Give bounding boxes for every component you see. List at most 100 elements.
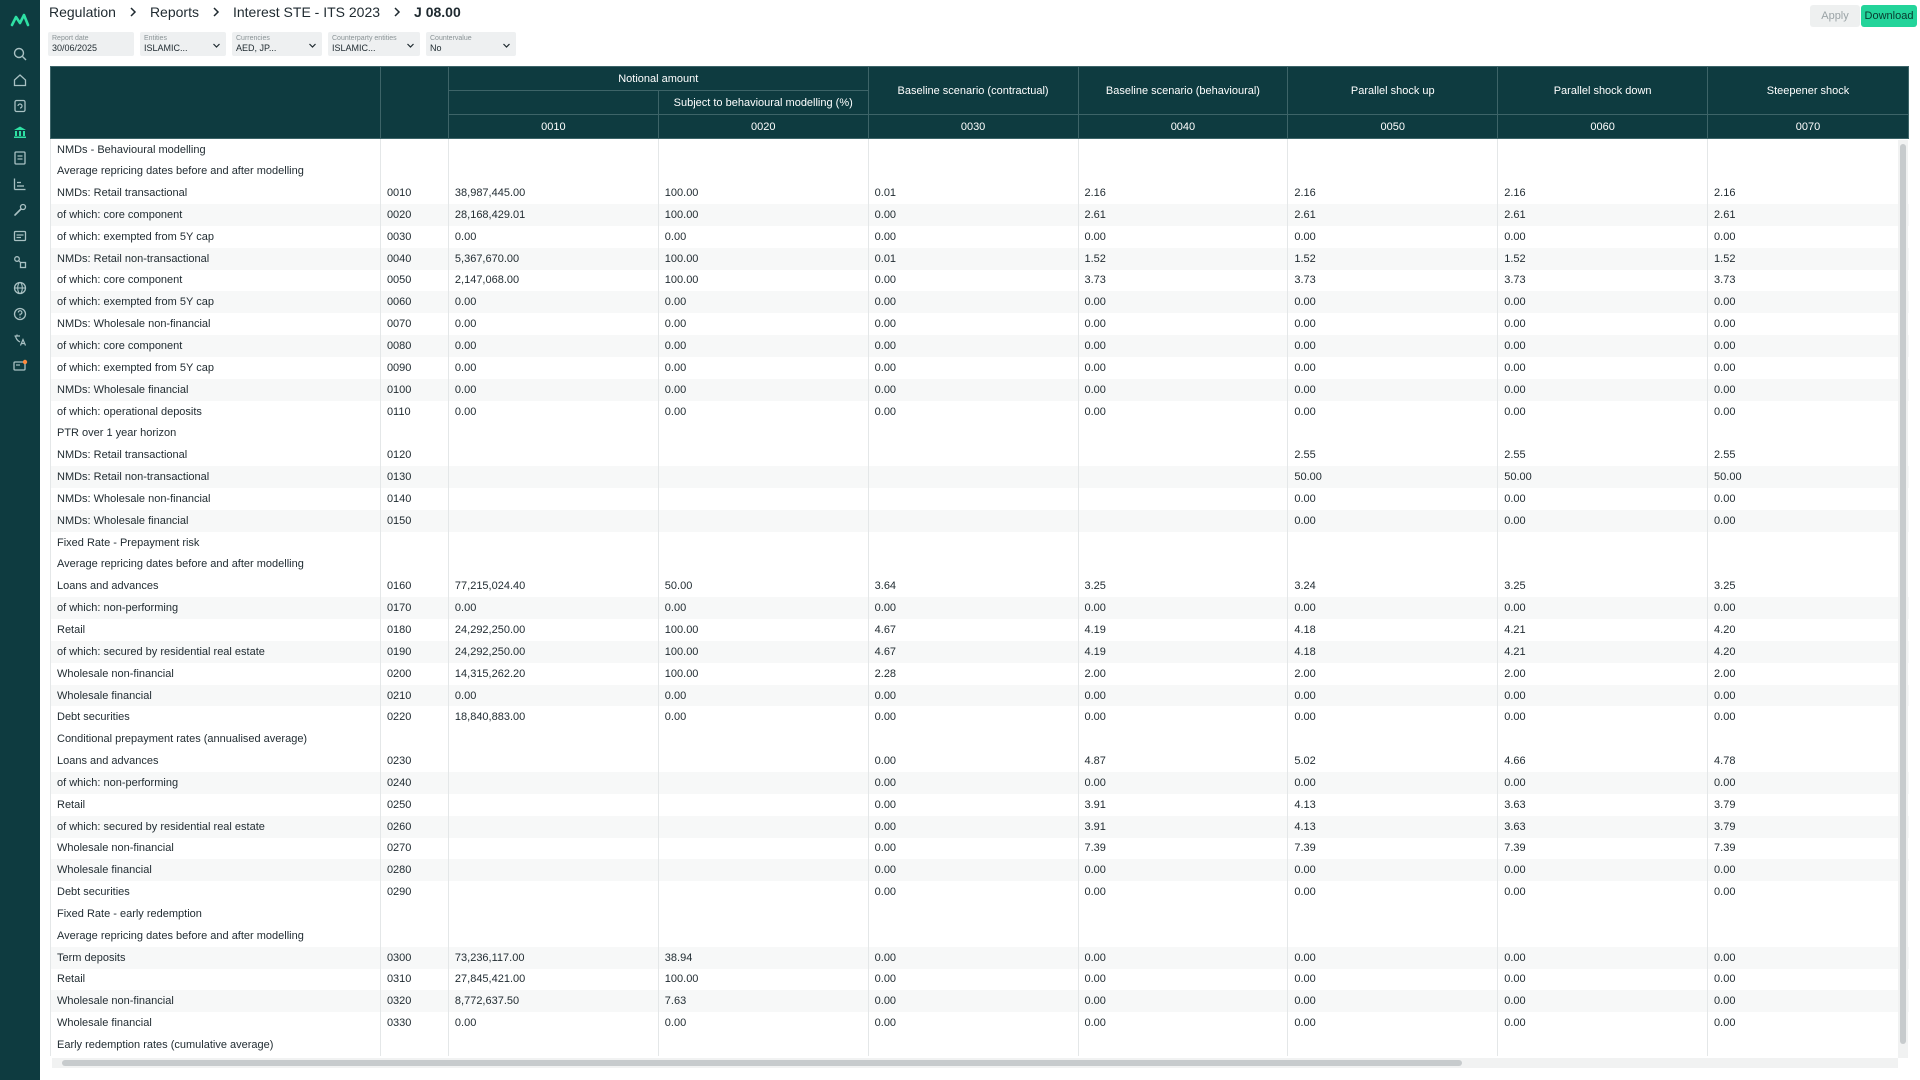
table-cell[interactable] xyxy=(1707,553,1909,576)
table-cell[interactable] xyxy=(657,837,869,860)
table-cell[interactable]: 0.00 xyxy=(1497,1012,1708,1035)
table-cell[interactable]: 0.00 xyxy=(1497,225,1708,248)
table-cell[interactable]: 0.00 xyxy=(1497,313,1708,336)
table-cell[interactable]: 0.00 xyxy=(1497,706,1708,729)
table-cell[interactable]: 2.55 xyxy=(1287,444,1498,467)
table-cell[interactable]: 0.00 xyxy=(1287,488,1498,510)
table-cell[interactable]: 7.39 xyxy=(1077,837,1288,860)
table-cell[interactable]: 0.00 xyxy=(867,968,1078,991)
table-cell[interactable]: 0.00 xyxy=(1287,335,1498,357)
table-cell[interactable]: 0.00 xyxy=(1497,335,1708,357)
table-cell[interactable]: 0.00 xyxy=(657,706,869,729)
table-cell[interactable] xyxy=(1497,553,1708,576)
table-cell[interactable]: 3.25 xyxy=(1497,575,1708,598)
filter-countervalue[interactable]: Countervalue No xyxy=(426,32,516,56)
table-cell[interactable]: 7.63 xyxy=(657,990,869,1013)
table-cell[interactable]: 0.00 xyxy=(1497,597,1708,620)
table-cell[interactable]: 0.00 xyxy=(867,378,1078,401)
table-cell[interactable]: 2.16 xyxy=(1497,182,1708,205)
table-cell[interactable] xyxy=(1287,1034,1498,1056)
table-cell[interactable]: 50.00 xyxy=(1287,466,1498,488)
table-cell[interactable] xyxy=(657,531,869,554)
table-cell[interactable] xyxy=(1077,728,1288,751)
table-cell[interactable]: 0.00 xyxy=(867,269,1078,292)
table-cell[interactable]: 0.00 xyxy=(867,771,1078,794)
table-cell[interactable]: 0.00 xyxy=(447,400,659,423)
table-cell[interactable] xyxy=(1077,924,1288,947)
table-cell[interactable] xyxy=(447,509,659,532)
table-cell[interactable] xyxy=(657,728,869,751)
table-cell[interactable] xyxy=(1077,509,1288,532)
table-cell[interactable] xyxy=(1077,138,1288,161)
table-cell[interactable]: 38,987,445.00 xyxy=(447,182,659,205)
table-cell[interactable] xyxy=(1077,444,1288,467)
table-cell[interactable] xyxy=(447,793,659,816)
table-cell[interactable]: 2,147,068.00 xyxy=(447,269,659,292)
reports-icon[interactable] xyxy=(10,148,30,168)
table-cell[interactable]: 0.00 xyxy=(1497,881,1708,904)
table-cell[interactable] xyxy=(1287,160,1498,183)
table-cell[interactable]: 0.00 xyxy=(867,335,1078,357)
table-cell[interactable] xyxy=(447,903,659,925)
table-cell[interactable]: 0.01 xyxy=(867,247,1078,270)
table-cell[interactable]: 0.00 xyxy=(447,335,659,357)
table-cell[interactable]: 0.00 xyxy=(1077,225,1288,248)
table-cell[interactable]: 0.00 xyxy=(447,291,659,314)
table-cell[interactable] xyxy=(1077,553,1288,576)
table-cell[interactable] xyxy=(447,422,659,445)
table-cell[interactable]: 0.00 xyxy=(657,225,869,248)
table-cell[interactable]: 3.24 xyxy=(1287,575,1498,598)
table-cell[interactable]: 0.00 xyxy=(867,356,1078,379)
vertical-scrollbar[interactable] xyxy=(1898,140,1908,1058)
home-icon[interactable] xyxy=(10,70,30,90)
globe-icon[interactable] xyxy=(10,278,30,298)
table-cell[interactable] xyxy=(447,466,659,488)
table-cell[interactable]: 0.00 xyxy=(867,750,1078,772)
table-cell[interactable]: 0.00 xyxy=(1287,378,1498,401)
table-cell[interactable]: 0.00 xyxy=(447,378,659,401)
table-cell[interactable] xyxy=(867,509,1078,532)
breadcrumb-report-family[interactable]: Interest STE - ITS 2023 xyxy=(229,4,384,20)
table-cell[interactable]: 0.00 xyxy=(1497,356,1708,379)
table-cell[interactable]: 2.55 xyxy=(1707,444,1909,467)
table-cell[interactable]: 0.00 xyxy=(447,225,659,248)
table-cell[interactable] xyxy=(447,444,659,467)
table-cell[interactable] xyxy=(1077,422,1288,445)
table-cell[interactable]: 4.87 xyxy=(1077,750,1288,772)
table-cell[interactable] xyxy=(867,444,1078,467)
table-cell[interactable]: 5.02 xyxy=(1287,750,1498,772)
table-cell[interactable]: 0.00 xyxy=(1497,378,1708,401)
table-cell[interactable]: 18,840,883.00 xyxy=(447,706,659,729)
breadcrumb-reports[interactable]: Reports xyxy=(146,4,203,20)
notifications-icon[interactable] xyxy=(10,356,30,376)
table-cell[interactable]: 3.64 xyxy=(867,575,1078,598)
table-cell[interactable] xyxy=(447,728,659,751)
table-cell[interactable] xyxy=(1287,903,1498,925)
table-cell[interactable]: 0.00 xyxy=(1287,291,1498,314)
table-cell[interactable]: 100.00 xyxy=(657,247,869,270)
table-cell[interactable]: 0.00 xyxy=(867,400,1078,423)
table-cell[interactable]: 5,367,670.00 xyxy=(447,247,659,270)
inbox-icon[interactable] xyxy=(10,226,30,246)
table-cell[interactable]: 14,315,262.20 xyxy=(447,662,659,685)
table-cell[interactable] xyxy=(1497,728,1708,751)
table-cell[interactable] xyxy=(657,444,869,467)
table-cell[interactable]: 100.00 xyxy=(657,968,869,991)
table-cell[interactable]: 4.67 xyxy=(867,619,1078,641)
table-cell[interactable] xyxy=(657,924,869,947)
table-cell[interactable]: 0.00 xyxy=(1707,1012,1909,1035)
table-cell[interactable]: 0.00 xyxy=(867,881,1078,904)
table-cell[interactable]: 0.00 xyxy=(1077,597,1288,620)
table-cell[interactable] xyxy=(1497,531,1708,554)
table-cell[interactable]: 2.00 xyxy=(1077,662,1288,685)
table-cell[interactable]: 0.00 xyxy=(1077,859,1288,882)
table-cell[interactable] xyxy=(1707,924,1909,947)
table-cell[interactable]: 0.00 xyxy=(1287,684,1498,707)
table-cell[interactable]: 0.00 xyxy=(1497,291,1708,314)
table-cell[interactable] xyxy=(657,553,869,576)
table-cell[interactable]: 0.00 xyxy=(447,356,659,379)
table-cell[interactable]: 0.00 xyxy=(657,313,869,336)
table-cell[interactable]: 50.00 xyxy=(657,575,869,598)
table-cell[interactable]: 0.00 xyxy=(1077,968,1288,991)
table-cell[interactable] xyxy=(447,924,659,947)
